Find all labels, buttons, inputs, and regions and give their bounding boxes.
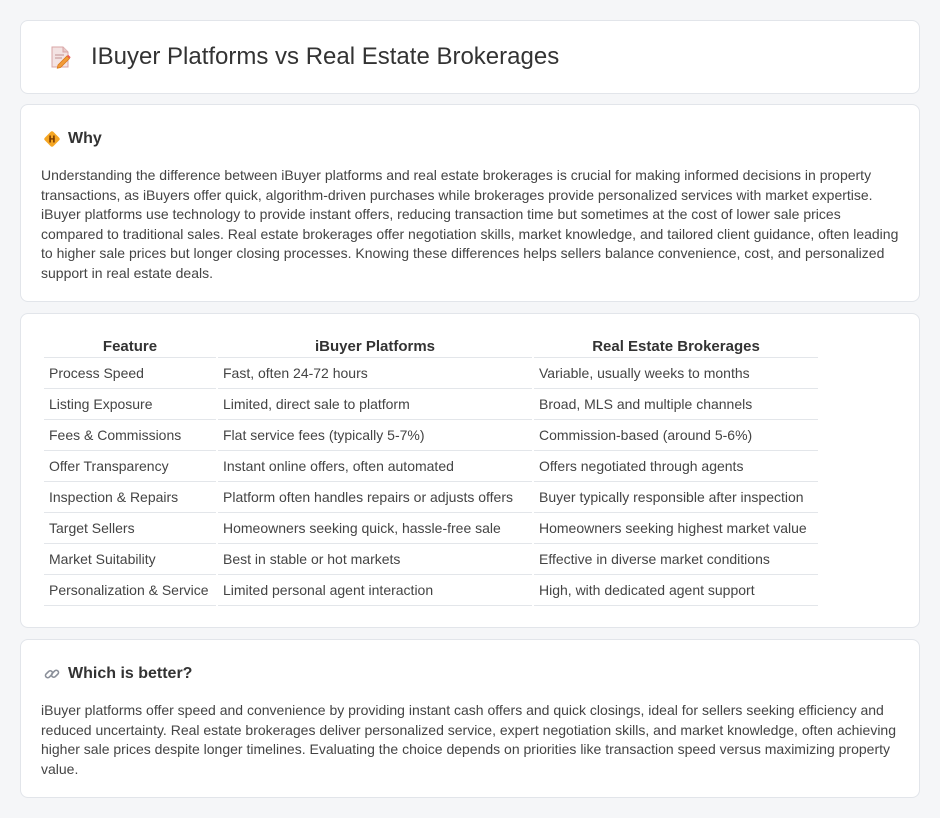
title-card: IBuyer Platforms vs Real Estate Brokerag…: [20, 20, 920, 94]
table-row: Personalization & Service Limited person…: [44, 575, 818, 606]
brokerage-cell: Buyer typically responsible after inspec…: [534, 482, 818, 513]
brokerage-cell: Commission-based (around 5-6%): [534, 420, 818, 451]
brokerage-cell: Effective in diverse market conditions: [534, 544, 818, 575]
header-ibuyer: iBuyer Platforms: [218, 335, 532, 358]
feature-cell: Target Sellers: [44, 513, 216, 544]
feature-cell: Listing Exposure: [44, 389, 216, 420]
why-heading-row: Why: [21, 105, 919, 151]
feature-cell: Personalization & Service: [44, 575, 216, 606]
ibuyer-cell: Limited, direct sale to platform: [218, 389, 532, 420]
table-row: Market Suitability Best in stable or hot…: [44, 544, 818, 575]
ibuyer-cell: Homeowners seeking quick, hassle-free sa…: [218, 513, 532, 544]
link-icon: [43, 665, 61, 683]
ibuyer-cell: Instant online offers, often automated: [218, 451, 532, 482]
better-heading-row: Which is better?: [21, 640, 919, 686]
document-pencil-icon: [47, 44, 73, 70]
comparison-table: Feature iBuyer Platforms Real Estate Bro…: [42, 335, 820, 606]
why-heading: Why: [68, 130, 102, 147]
header-brokerage: Real Estate Brokerages: [534, 335, 818, 358]
which-better-card: Which is better? iBuyer platforms offer …: [20, 639, 920, 798]
brokerage-cell: Variable, usually weeks to months: [534, 358, 818, 389]
why-card: Why Understanding the difference between…: [20, 104, 920, 302]
page-title: IBuyer Platforms vs Real Estate Brokerag…: [91, 43, 560, 70]
brokerage-cell: Offers negotiated through agents: [534, 451, 818, 482]
table-row: Fees & Commissions Flat service fees (ty…: [44, 420, 818, 451]
table-row: Listing Exposure Limited, direct sale to…: [44, 389, 818, 420]
brokerage-cell: High, with dedicated agent support: [534, 575, 818, 606]
table-row: Offer Transparency Instant online offers…: [44, 451, 818, 482]
feature-cell: Inspection & Repairs: [44, 482, 216, 513]
feature-cell: Offer Transparency: [44, 451, 216, 482]
ibuyer-cell: Flat service fees (typically 5-7%): [218, 420, 532, 451]
ibuyer-cell: Best in stable or hot markets: [218, 544, 532, 575]
title-row: IBuyer Platforms vs Real Estate Brokerag…: [21, 21, 919, 93]
table-row: Target Sellers Homeowners seeking quick,…: [44, 513, 818, 544]
table-header-row: Feature iBuyer Platforms Real Estate Bro…: [44, 335, 818, 358]
brokerage-cell: Homeowners seeking highest market value: [534, 513, 818, 544]
better-text: iBuyer platforms offer speed and conveni…: [41, 702, 896, 777]
comparison-card: Feature iBuyer Platforms Real Estate Bro…: [20, 313, 920, 628]
feature-cell: Fees & Commissions: [44, 420, 216, 451]
table-row: Inspection & Repairs Platform often hand…: [44, 482, 818, 513]
diamond-warning-icon: [43, 130, 61, 148]
header-feature: Feature: [44, 335, 216, 358]
better-heading: Which is better?: [68, 665, 193, 682]
feature-cell: Process Speed: [44, 358, 216, 389]
feature-cell: Market Suitability: [44, 544, 216, 575]
ibuyer-cell: Limited personal agent interaction: [218, 575, 532, 606]
ibuyer-cell: Fast, often 24-72 hours: [218, 358, 532, 389]
why-text: Understanding the difference between iBu…: [41, 167, 899, 281]
ibuyer-cell: Platform often handles repairs or adjust…: [218, 482, 532, 513]
brokerage-cell: Broad, MLS and multiple channels: [534, 389, 818, 420]
table-row: Process Speed Fast, often 24-72 hours Va…: [44, 358, 818, 389]
